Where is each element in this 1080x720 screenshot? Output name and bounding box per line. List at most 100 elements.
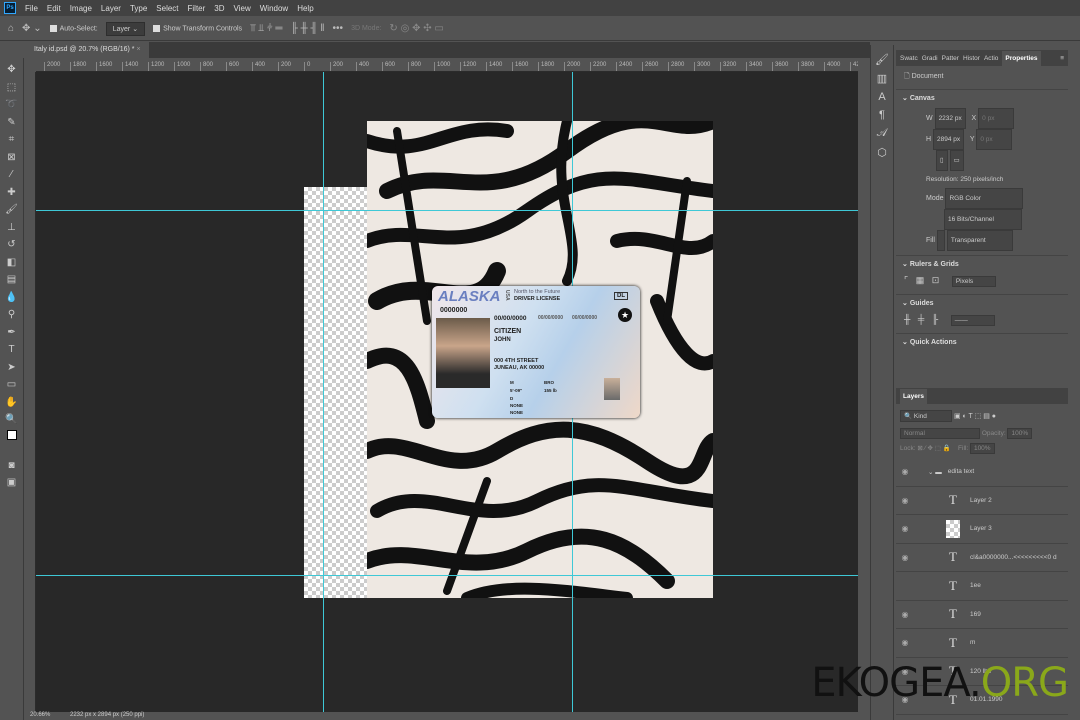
menu-3d[interactable]: 3D — [214, 4, 224, 13]
blend-mode-dropdown[interactable]: Normal — [900, 428, 980, 439]
layer-row[interactable]: T 1ee — [896, 572, 1068, 601]
zoom-tool-icon[interactable]: 🔍 — [4, 412, 20, 428]
visibility-eye-icon[interactable]: ◉ — [896, 610, 914, 619]
path-select-icon[interactable]: ➤ — [4, 360, 20, 376]
layer-row[interactable]: ◉ T Layer 2 — [896, 487, 1068, 515]
fill-input[interactable]: 100% — [969, 443, 995, 454]
pixel-grid-icon[interactable]: ⊡ — [932, 275, 940, 285]
hand-tool-icon[interactable]: ✋ — [4, 395, 20, 411]
visibility-eye-icon[interactable]: ◉ — [896, 496, 914, 505]
shape-tool-icon[interactable]: ▭ — [4, 377, 20, 393]
visibility-eye-icon[interactable]: ◉ — [896, 524, 914, 533]
rulers-grids-header[interactable]: ⌄ Rulers & Grids — [896, 255, 1068, 272]
zoom-level[interactable]: 20.66% — [30, 712, 50, 718]
blur-tool-icon[interactable]: 💧 — [4, 290, 20, 306]
tab-history[interactable]: Histor — [963, 55, 980, 62]
menu-help[interactable]: Help — [297, 4, 313, 13]
home-icon[interactable]: ⌂ — [8, 23, 14, 34]
3d-icon[interactable]: ⬡ — [877, 146, 887, 159]
close-tab-icon[interactable]: × — [136, 46, 140, 53]
tab-properties[interactable]: Properties — [1002, 50, 1041, 66]
tab-actions[interactable]: Actio — [984, 55, 998, 62]
crop-tool-icon[interactable]: ⌗ — [4, 132, 20, 148]
canvas-area[interactable]: ALASKA USA North to the Future DRIVER LI… — [36, 72, 858, 712]
visibility-eye-icon[interactable]: ◉ — [896, 553, 914, 562]
y-input[interactable]: 0 px — [976, 129, 1013, 150]
quick-actions-header[interactable]: ⌄ Quick Actions — [896, 333, 1068, 350]
guide-layout-icon[interactable]: ╫ — [904, 314, 910, 324]
landscape-icon[interactable]: ▭ — [949, 150, 964, 171]
menu-image[interactable]: Image — [70, 4, 92, 13]
layer-row[interactable]: ◉ Layer 3 — [896, 515, 1068, 544]
paragraph-icon[interactable]: ¶ — [879, 109, 885, 121]
marquee-tool-icon[interactable]: ⬚ — [4, 80, 20, 96]
guide-vertical[interactable] — [323, 72, 324, 712]
color-swatches-icon[interactable] — [4, 429, 20, 456]
quick-mask-icon[interactable]: ◙ — [4, 458, 20, 474]
menu-window[interactable]: Window — [260, 4, 288, 13]
brushes-icon[interactable]: ▥ — [877, 72, 887, 85]
tab-swatches[interactable]: Swatc — [900, 55, 918, 62]
ruler-icon[interactable]: ⌜ — [904, 275, 908, 285]
move-tool-icon[interactable]: ✥ — [4, 62, 20, 78]
vertical-ruler[interactable] — [24, 72, 36, 712]
frame-tool-icon[interactable]: ⊠ — [4, 150, 20, 166]
width-input[interactable]: 2232 px — [934, 108, 966, 129]
auto-select-checkbox[interactable]: Auto-Select: — [49, 24, 98, 32]
glyphs-icon[interactable]: 𝒜 — [877, 127, 887, 140]
x-input[interactable]: 0 px — [978, 108, 1015, 129]
3d-tools-icons[interactable]: ↻ ◎ ✥ ✣ ▭ — [389, 23, 443, 34]
visibility-eye-icon[interactable]: ◉ — [896, 638, 914, 647]
menu-layer[interactable]: Layer — [101, 4, 121, 13]
screen-mode-icon[interactable]: ▣ — [4, 475, 20, 491]
fill-dropdown[interactable]: Transparent — [946, 230, 1013, 251]
brush-settings-icon[interactable]: 🖌 — [875, 53, 889, 66]
mode-dropdown[interactable]: RGB Color — [945, 188, 1024, 209]
type-tool-icon[interactable]: T — [4, 342, 20, 358]
kind-filter-dropdown[interactable]: 🔍 Kind — [900, 410, 952, 422]
eraser-tool-icon[interactable]: ◧ — [4, 255, 20, 271]
menu-edit[interactable]: Edit — [47, 4, 61, 13]
guide-from-shape-icon[interactable]: ╪ — [918, 314, 924, 324]
tab-layers[interactable]: Layers — [900, 388, 927, 404]
layer-row[interactable]: ◉ ⌄ ▬ edita text — [896, 458, 1068, 487]
brush-tool-icon[interactable]: 🖌 — [4, 202, 20, 218]
filter-icons[interactable]: ▣ ◐ T ⬚ ▤ ● — [954, 413, 996, 420]
dodge-tool-icon[interactable]: ⚲ — [4, 307, 20, 323]
document-tab[interactable]: Italy id.psd @ 20.7% (RGB/16) * × — [26, 42, 149, 58]
menu-filter[interactable]: Filter — [188, 4, 206, 13]
auto-select-dropdown[interactable]: Layer ⌄ — [105, 21, 146, 36]
guide-horizontal[interactable] — [36, 575, 858, 576]
lasso-tool-icon[interactable]: ➰ — [4, 97, 20, 113]
lock-icons[interactable]: ⊠ ⁄ ✥ ⬚ 🔒 — [917, 445, 950, 452]
show-transform-checkbox[interactable]: Show Transform Controls — [153, 24, 242, 32]
guide-style-dropdown[interactable]: —— — [950, 315, 995, 326]
quick-select-tool-icon[interactable]: ✎ — [4, 115, 20, 131]
pen-tool-icon[interactable]: ✒ — [4, 325, 20, 341]
grid-icon[interactable]: ▦ — [916, 275, 925, 285]
layer-row[interactable]: ◉ T 169 — [896, 601, 1068, 629]
canvas-section-header[interactable]: ⌄ Canvas — [896, 89, 1068, 106]
height-input[interactable]: 2894 px — [933, 129, 965, 150]
align-icons[interactable]: ⫪ ⫫ ⫩ ═ ╟ ╫ ╢ ‖ — [250, 23, 325, 34]
more-options-button[interactable]: ••• — [333, 23, 344, 34]
panel-menu-icon[interactable]: ≡ — [1060, 55, 1064, 62]
layer-row[interactable]: ◉ Tcl&a0000000...<<<<<<<<<0 d — [896, 544, 1068, 572]
depth-dropdown[interactable]: 16 Bits/Channel — [944, 209, 1022, 230]
menu-file[interactable]: File — [25, 4, 38, 13]
move-tool-icon[interactable]: ✥ ⌄ — [22, 23, 42, 34]
eyedropper-tool-icon[interactable]: ⁄ — [4, 167, 20, 183]
menu-type[interactable]: Type — [130, 4, 147, 13]
layer-row[interactable]: ◉ Tm — [896, 629, 1068, 658]
tab-patterns[interactable]: Patter — [942, 55, 959, 62]
portrait-icon[interactable]: ▯ — [936, 150, 948, 171]
healing-tool-icon[interactable]: ✚ — [4, 185, 20, 201]
opacity-input[interactable]: 100% — [1007, 428, 1033, 439]
tab-gradients[interactable]: Gradi — [922, 55, 938, 62]
fill-swatch[interactable] — [936, 230, 945, 251]
stamp-tool-icon[interactable]: ⊥ — [4, 220, 20, 236]
guide-horizontal[interactable] — [36, 210, 858, 211]
visibility-eye-icon[interactable]: ◉ — [896, 467, 914, 476]
menu-view[interactable]: View — [234, 4, 251, 13]
character-icon[interactable]: A — [878, 91, 885, 103]
